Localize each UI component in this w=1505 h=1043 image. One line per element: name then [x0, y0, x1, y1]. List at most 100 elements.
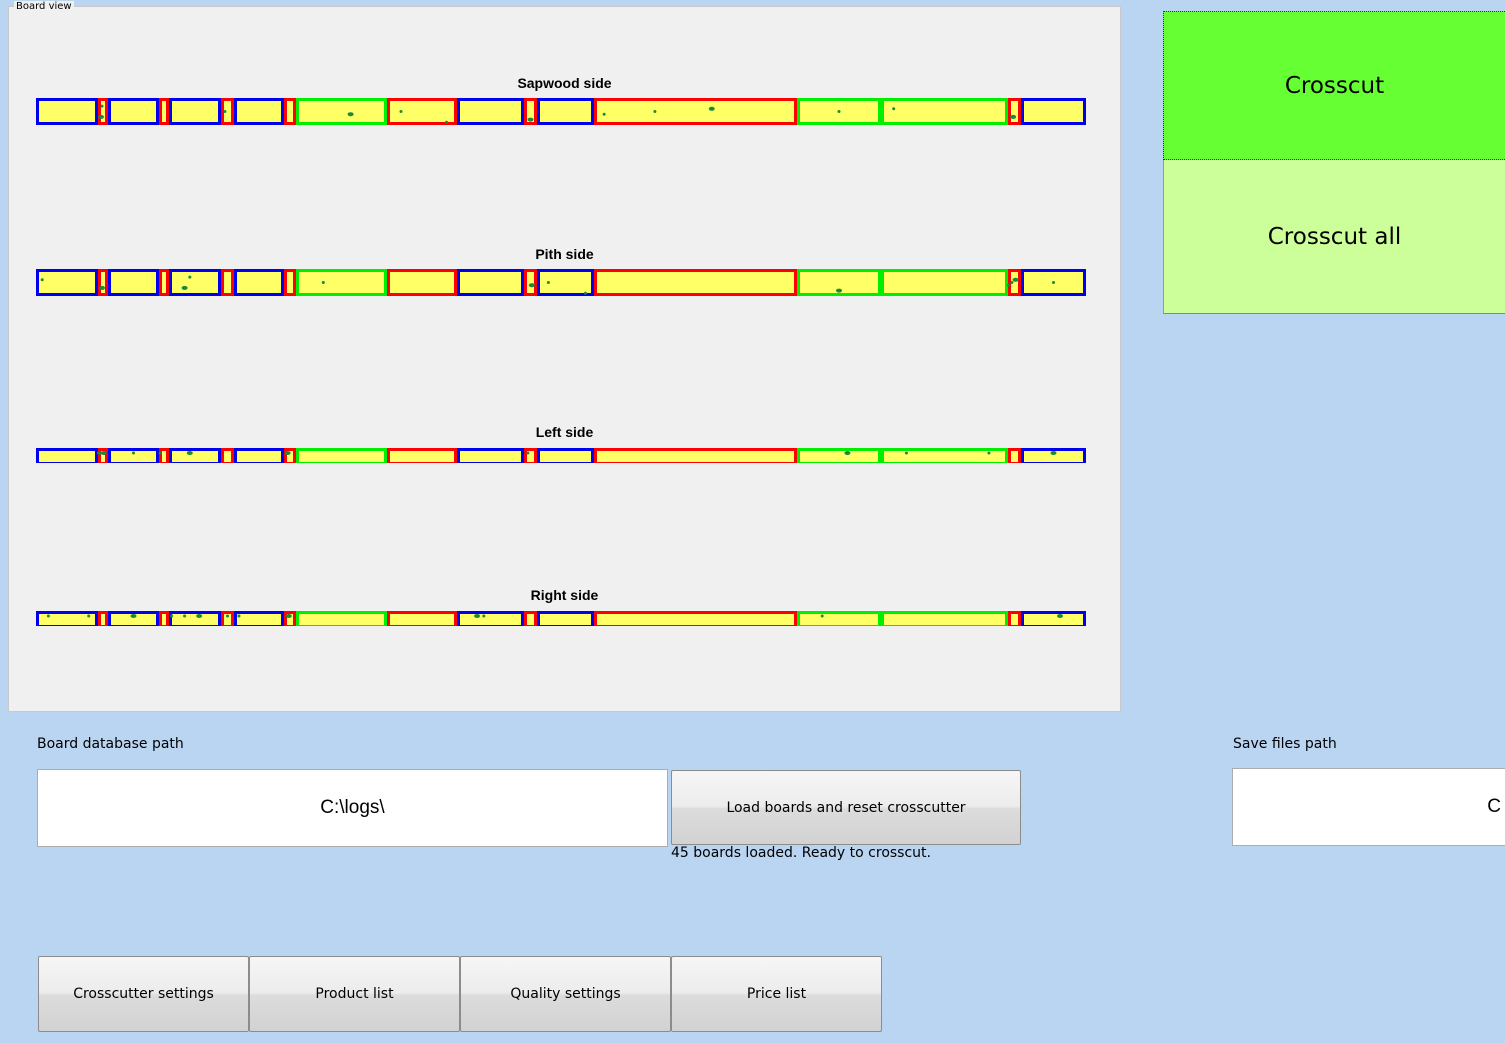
- board-segment: [36, 611, 98, 628]
- board-segment: [457, 448, 524, 465]
- board-defect: [583, 291, 587, 295]
- board-segment: [36, 448, 98, 465]
- board-segment: [296, 611, 387, 628]
- board-segment: [387, 448, 457, 465]
- load-boards-button[interactable]: Load boards and reset crosscutter: [671, 770, 1021, 845]
- board-segment: [284, 611, 296, 628]
- board-defect: [892, 107, 896, 111]
- board-segment: [284, 448, 296, 465]
- save-files-path-label: Save files path: [1233, 736, 1337, 752]
- quality-settings-button[interactable]: Quality settings: [460, 956, 671, 1032]
- board-segment: [881, 98, 1008, 125]
- board-segment: [296, 98, 387, 125]
- board-defect: [132, 451, 135, 455]
- save-files-path-value: C: [1487, 796, 1501, 817]
- board-defect: [99, 451, 103, 455]
- board-clip: [36, 626, 1088, 630]
- board-segment: [524, 269, 537, 296]
- board-segment: [169, 448, 221, 465]
- board-defect: [97, 451, 100, 455]
- board-defect: [1052, 281, 1055, 284]
- board-view-title: Board view: [14, 1, 74, 13]
- board-segment: [797, 611, 881, 628]
- board-defect: [482, 614, 486, 618]
- board-segment: [159, 448, 169, 465]
- board-database-path-input[interactable]: C:\logs\: [37, 769, 668, 847]
- product-list-button[interactable]: Product list: [249, 956, 460, 1032]
- crosscut-button[interactable]: Crosscut: [1163, 11, 1505, 160]
- save-files-path-input[interactable]: C: [1232, 768, 1505, 846]
- board-segment: [284, 98, 296, 125]
- board-segment: [881, 448, 1008, 465]
- board-segment: [1008, 448, 1021, 465]
- board-defect: [237, 614, 241, 618]
- board-segment: [98, 448, 108, 465]
- side-title-left: Left side: [535, 424, 594, 440]
- board-defect: [1007, 283, 1011, 287]
- board-defect: [474, 614, 481, 618]
- board-defect: [226, 614, 229, 618]
- board-segment: [1021, 448, 1086, 465]
- board-defect: [347, 112, 354, 117]
- board-segment: [98, 269, 108, 296]
- board-defect: [98, 114, 104, 119]
- board-segment: [881, 269, 1008, 296]
- board-defect: [546, 281, 550, 284]
- board-segment: [457, 269, 524, 296]
- board-defect: [223, 110, 227, 113]
- board-segment: [36, 98, 98, 125]
- board-database-path-label: Board database path: [37, 736, 184, 752]
- board-segment: [296, 269, 387, 296]
- board-segment: [1021, 611, 1086, 628]
- board-sapwood-side: [36, 98, 1088, 630]
- board-segment: [537, 98, 594, 125]
- board-segment: [537, 448, 594, 465]
- price-list-button[interactable]: Price list: [671, 956, 882, 1032]
- crosscutter-settings-button[interactable]: Crosscutter settings: [38, 956, 249, 1032]
- board-defect: [528, 283, 535, 288]
- side-title-pith: Pith side: [535, 246, 594, 262]
- board-defect: [836, 288, 842, 293]
- board-defect: [181, 285, 188, 290]
- board-segment: [524, 98, 537, 125]
- board-segment: [221, 98, 234, 125]
- board-defect: [285, 614, 292, 618]
- board-segment: [159, 98, 169, 125]
- board-segment: [234, 448, 284, 465]
- board-segment: [457, 98, 524, 125]
- board-defect: [287, 451, 291, 455]
- board-defect: [445, 120, 448, 124]
- board-segment: [524, 611, 537, 628]
- board-segment: [169, 269, 221, 296]
- board-segment: [537, 611, 594, 628]
- board-segment: [169, 611, 221, 628]
- board-defect: [527, 117, 534, 122]
- board-segment: [881, 611, 1008, 628]
- board-defect: [987, 451, 991, 455]
- board-defect: [837, 110, 841, 113]
- board-segment: [234, 98, 284, 125]
- board-segment: [221, 611, 234, 628]
- board-defect: [100, 451, 107, 455]
- board-segment: [98, 98, 108, 125]
- board-segment: [524, 448, 537, 465]
- side-title-sapwood: Sapwood side: [517, 75, 612, 91]
- board-segment: [1008, 269, 1021, 296]
- board-segment: [108, 448, 159, 465]
- board-segment: [594, 448, 797, 465]
- board-defect: [284, 451, 291, 455]
- board-segment: [797, 98, 881, 125]
- board-defect: [87, 614, 91, 618]
- board-segment: [594, 269, 797, 296]
- board-defect: [158, 451, 162, 455]
- crosscut-all-button[interactable]: Crosscut all: [1163, 160, 1505, 314]
- board-segment: [159, 269, 169, 296]
- board-segment: [1008, 611, 1021, 628]
- board-defect: [170, 614, 174, 618]
- board-defect: [526, 451, 530, 455]
- board-clip: [36, 463, 1088, 467]
- board-segment: [537, 269, 594, 296]
- board-segment: [1021, 98, 1086, 125]
- side-title-right: Right side: [530, 587, 599, 603]
- board-defect: [100, 104, 104, 108]
